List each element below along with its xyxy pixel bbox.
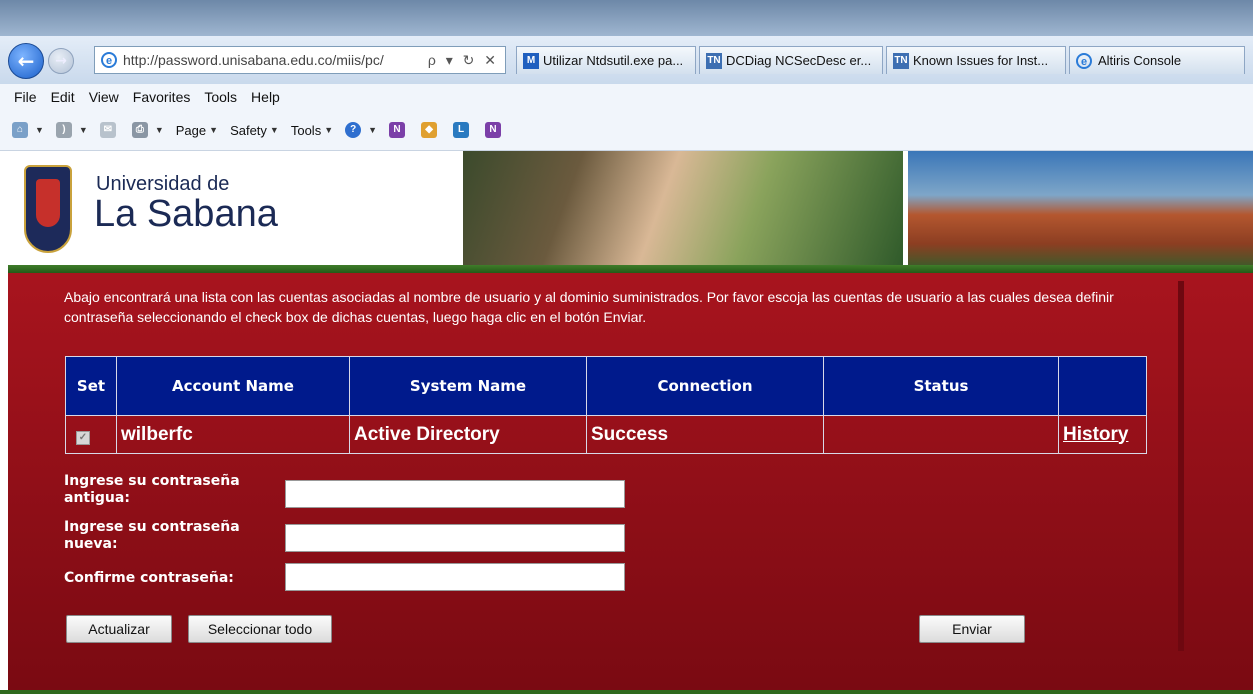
- tab-label: DCDiag NCSecDesc er...: [726, 53, 872, 68]
- tools-menu-label: Tools: [290, 122, 322, 138]
- menu-file[interactable]: File: [14, 89, 37, 105]
- printer-icon: ⎙: [131, 122, 148, 138]
- tab-1[interactable]: M Utilizar Ntdsutil.exe pa...: [516, 46, 696, 74]
- accounts-table: Set Account Name System Name Connection …: [65, 356, 1147, 454]
- university-crest-logo: [24, 165, 72, 253]
- feeds-button[interactable]: ) ▼: [55, 122, 88, 138]
- menu-tools[interactable]: Tools: [204, 89, 237, 105]
- menu-view[interactable]: View: [89, 89, 119, 105]
- campus-building-photo: [908, 151, 1253, 267]
- table-row: ✓ wilberfc Active Directory Success Hist…: [65, 415, 1147, 454]
- chevron-down-icon: ▼: [209, 125, 219, 135]
- footer-green-strip: [0, 690, 1253, 694]
- microsoft-icon: M: [523, 52, 539, 69]
- chevron-down-icon: ▼: [324, 125, 334, 135]
- column-header-account-name: Account Name: [116, 356, 350, 416]
- navigation-bar: ← → e http://password.unisabana.edu.co/m…: [0, 36, 1253, 85]
- lync-button[interactable]: L: [453, 122, 473, 138]
- onenote-icon: N: [485, 122, 502, 138]
- arrow-right-icon: →: [55, 53, 67, 69]
- tab-3[interactable]: TN Known Issues for Inst...: [886, 46, 1066, 74]
- menu-bar: File Edit View Favorites Tools Help: [0, 84, 1253, 110]
- chevron-down-icon: ▼: [368, 125, 378, 135]
- help-button[interactable]: ? ▼: [345, 122, 377, 138]
- students-photo: [463, 151, 903, 267]
- old-password-field[interactable]: [285, 480, 625, 508]
- mail-button[interactable]: ✉: [99, 122, 120, 138]
- onenote-icon: N: [389, 122, 406, 138]
- menu-edit[interactable]: Edit: [51, 89, 75, 105]
- confirm-password-label: Confirme contraseña:: [64, 570, 234, 586]
- status-cell: [823, 415, 1059, 454]
- onenote-button[interactable]: N: [389, 122, 409, 138]
- chevron-down-icon: ▼: [78, 125, 88, 135]
- home-button[interactable]: ⌂ ▼: [12, 122, 44, 138]
- rss-feed-icon: ): [55, 122, 72, 138]
- back-button[interactable]: ←: [8, 43, 44, 79]
- command-bar: ⌂ ▼ ) ▼ ✉ ⎙ ▼ Page ▼ Safety ▼ Tools ▼ ? ▼ N ◆ L…: [0, 110, 1253, 151]
- window-titlebar: [0, 0, 1253, 36]
- system-name-cell: Active Directory: [349, 415, 587, 454]
- tab-label: Altiris Console: [1098, 53, 1182, 68]
- address-bar[interactable]: e http://password.unisabana.edu.co/miis/…: [94, 46, 506, 74]
- tab-2[interactable]: TN DCDiag NCSecDesc er...: [699, 46, 883, 74]
- addon-icon: ◆: [421, 122, 438, 138]
- update-button[interactable]: Actualizar: [66, 615, 172, 643]
- submit-button[interactable]: Enviar: [919, 615, 1025, 643]
- confirm-password-field[interactable]: [285, 563, 625, 591]
- ie-icon: e: [1076, 52, 1092, 69]
- account-name-cell: wilberfc: [116, 415, 350, 454]
- site-header: Universidad de La Sabana: [8, 151, 1253, 273]
- safety-menu[interactable]: Safety ▼: [230, 123, 279, 138]
- help-icon: ?: [345, 122, 362, 138]
- technet-icon: TN: [893, 52, 909, 69]
- chevron-down-icon: ▼: [154, 125, 164, 135]
- select-all-button[interactable]: Seleccionar todo: [188, 615, 332, 643]
- print-button[interactable]: ⎙ ▼: [131, 122, 164, 138]
- ie-icon: e: [101, 52, 117, 68]
- new-password-label: Ingrese su contraseña nueva:: [64, 519, 240, 552]
- address-url[interactable]: http://password.unisabana.edu.co/miis/pc…: [123, 52, 428, 68]
- old-password-label: Ingrese su contraseña antigua:: [64, 473, 240, 506]
- mail-icon: ✉: [99, 122, 116, 138]
- instructions-text: Abajo encontrará una lista con las cuent…: [64, 289, 1114, 325]
- tab-4[interactable]: e Altiris Console: [1069, 46, 1245, 74]
- menu-help[interactable]: Help: [251, 89, 280, 105]
- page-menu[interactable]: Page ▼: [176, 123, 218, 138]
- chevron-down-icon: ▼: [269, 125, 279, 135]
- history-cell: History: [1058, 415, 1147, 454]
- new-password-field[interactable]: [285, 524, 625, 552]
- address-controls[interactable]: ρ ▾ ↻ ✕: [428, 52, 499, 69]
- set-cell: ✓: [65, 415, 117, 454]
- logo-title: La Sabana: [94, 193, 278, 235]
- column-header-actions: [1058, 356, 1147, 416]
- column-header-status: Status: [823, 356, 1059, 416]
- tab-label: Known Issues for Inst...: [913, 53, 1049, 68]
- menu-favorites[interactable]: Favorites: [133, 89, 191, 105]
- account-checkbox[interactable]: ✓: [76, 430, 90, 445]
- tools-menu[interactable]: Tools ▼: [291, 123, 333, 138]
- content-divider: [1178, 281, 1184, 651]
- safety-menu-label: Safety: [230, 122, 267, 138]
- lync-icon: L: [453, 122, 470, 138]
- chevron-down-icon: ▼: [35, 125, 44, 135]
- crest-emblem: [36, 179, 60, 227]
- onenote-linked-button[interactable]: N: [485, 122, 505, 138]
- forward-button[interactable]: →: [48, 48, 74, 74]
- addon-button[interactable]: ◆: [421, 122, 441, 138]
- connection-cell: Success: [586, 415, 824, 454]
- page-menu-label: Page: [175, 122, 207, 138]
- header-green-band: [8, 265, 1253, 273]
- column-header-connection: Connection: [586, 356, 824, 416]
- table-header-row: Set Account Name System Name Connection …: [65, 356, 1147, 416]
- column-header-set: Set: [65, 356, 117, 416]
- tab-label: Utilizar Ntdsutil.exe pa...: [543, 53, 684, 68]
- history-link[interactable]: History: [1063, 424, 1128, 445]
- home-icon: ⌂: [12, 122, 28, 138]
- main-content: Abajo encontrará una lista con las cuent…: [8, 273, 1253, 690]
- arrow-left-icon: ←: [17, 49, 35, 73]
- technet-icon: TN: [706, 52, 722, 69]
- column-header-system-name: System Name: [349, 356, 587, 416]
